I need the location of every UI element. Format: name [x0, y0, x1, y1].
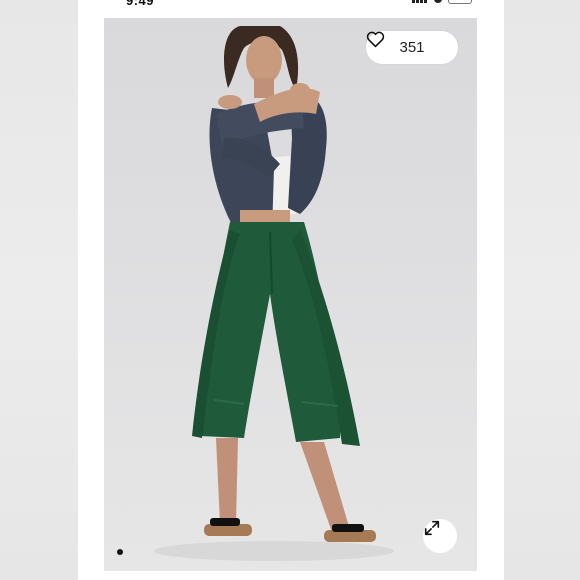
status-time: 9:49 — [126, 0, 155, 8]
listing-photo[interactable]: 351 — [104, 18, 477, 571]
signal-icon — [412, 0, 428, 3]
blurred-backdrop-left — [0, 0, 78, 580]
screenshot-canvas: 9:49 351 — [0, 0, 580, 580]
phone-screen: 9:49 351 — [78, 0, 504, 580]
bottom-margin — [78, 571, 504, 580]
wifi-icon — [434, 0, 442, 3]
expand-diagonal-icon — [424, 520, 440, 536]
model-illustration — [154, 26, 394, 561]
expand-image-button[interactable] — [423, 519, 457, 553]
battery-icon — [448, 0, 472, 4]
status-bar: 9:49 — [78, 0, 504, 18]
like-button[interactable]: 351 — [366, 31, 458, 64]
carousel-page-dot[interactable] — [117, 549, 123, 555]
like-count: 351 — [399, 39, 425, 56]
heart-outline-icon — [366, 31, 385, 48]
status-icons — [412, 0, 472, 4]
blurred-backdrop-right — [502, 0, 580, 580]
